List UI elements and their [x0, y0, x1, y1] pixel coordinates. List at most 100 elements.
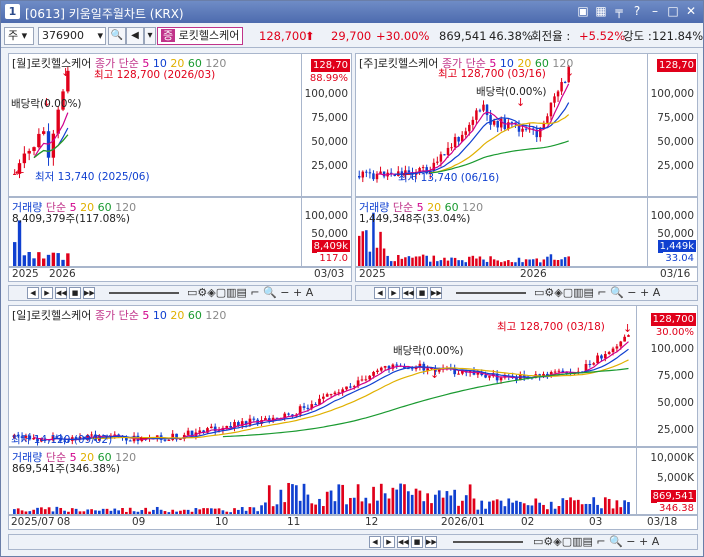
candle-body: [496, 120, 499, 128]
title-bar: 1 [0613] 키움일주월차트 (KRX) ▣ ▦ ╤ ? – □ ✕: [1, 1, 703, 23]
volume-bar: [267, 485, 271, 514]
search-icon[interactable]: 🔍: [108, 27, 126, 45]
volume-bar: [24, 511, 28, 514]
scroll-start-button[interactable]: ◀◀: [397, 536, 409, 548]
scroll-start-button[interactable]: ◀◀: [55, 287, 67, 299]
candle-body: [592, 363, 596, 365]
volume: 869,541: [439, 29, 487, 43]
weekly-div-label: 배당락(0.00%): [476, 86, 547, 98]
volume-bar: [515, 500, 518, 514]
volume-bar: [472, 498, 476, 514]
maximize-icon[interactable]: □: [665, 3, 681, 19]
help-icon[interactable]: ?: [629, 3, 645, 19]
volume-bar: [140, 510, 144, 514]
scroll-end-button[interactable]: ▶▶: [83, 287, 95, 299]
candle-body: [37, 133, 41, 148]
candle-body: [287, 413, 290, 415]
stop-button[interactable]: ■: [69, 287, 81, 299]
daily-price-panel[interactable]: ↓ ↓ ← [일]로킷헬스케어 종가 단순 5 10 20 60 120 최고 12…: [8, 305, 698, 447]
volume-bar: [13, 242, 17, 266]
volume-bar: [439, 260, 443, 266]
date-tick: 2026/01: [441, 516, 485, 528]
candle-body: [329, 394, 333, 396]
zoom-slider[interactable]: [456, 292, 526, 294]
chart-tools-icons[interactable]: ▭⚙◈▢▥▤ ⌐ 🔍 − + A: [534, 286, 660, 300]
candle-body: [42, 131, 46, 134]
weekly-price-panel[interactable]: ↓ ↓ ← [주]로킷헬스케어 종가 단순 5 10 20 60 120 최고 12…: [355, 53, 698, 197]
zoom-slider[interactable]: [453, 541, 523, 543]
link-icon[interactable]: ▣: [575, 3, 591, 19]
moving-average-line: [52, 348, 629, 441]
scroll-end-button[interactable]: ▶▶: [425, 536, 437, 548]
scroll-right-button[interactable]: ▶: [41, 287, 53, 299]
candle-body: [560, 82, 563, 92]
volume-bar: [78, 511, 82, 514]
stop-button[interactable]: ■: [411, 536, 423, 548]
volume-bar: [553, 259, 556, 266]
volume-bar: [399, 483, 402, 514]
date-tick: 10: [215, 516, 229, 528]
scroll-start-button[interactable]: ◀◀: [402, 287, 414, 299]
volume-bar: [217, 508, 221, 514]
volume-bar: [443, 257, 446, 266]
volume-bar: [202, 508, 205, 514]
chart-tools-icons[interactable]: ▭⚙◈▢▥▤ ⌐ 🔍 − + A: [533, 535, 659, 549]
volume-bar: [372, 486, 375, 514]
volume-bar: [382, 248, 386, 266]
volume-bar: [421, 254, 425, 266]
scroll-right-button[interactable]: ▶: [388, 287, 400, 299]
pin-icon[interactable]: ╤: [611, 3, 627, 19]
candle-body: [549, 102, 553, 117]
volume-bar: [128, 507, 132, 514]
monthly-price-panel[interactable]: ↓ ↓ ← [월]로킷헬스케어 종가 단순 5 10 20 60 120 최고 12…: [8, 53, 352, 197]
volume-bar: [461, 500, 464, 514]
stop-button[interactable]: ■: [416, 287, 428, 299]
volume-bar: [468, 256, 471, 266]
sound-dropdown-icon[interactable]: ▾: [144, 27, 156, 45]
monthly-volume-panel[interactable]: 거래량 단순 5 20 60 120 8,409,379주(117.08%) 1…: [8, 197, 352, 267]
stock-code-input[interactable]: 376900 ▾: [38, 27, 106, 45]
chart-tools-icons[interactable]: ▭⚙◈▢▥▤ ⌐ 🔍 − + A: [187, 286, 313, 300]
candle-body: [51, 133, 56, 158]
volume-bar: [20, 510, 24, 514]
daily-volume-panel[interactable]: 거래량 단순 5 20 60 120 869,541주(346.38%) 10,…: [8, 447, 698, 515]
volume-bar: [491, 500, 495, 514]
volume-bar: [105, 508, 109, 514]
zoom-slider[interactable]: [109, 292, 179, 294]
candle-body: [478, 110, 482, 112]
volume-bar: [59, 507, 63, 514]
volume-bar: [117, 510, 120, 514]
volume-bar: [569, 497, 572, 514]
candle-body: [588, 363, 592, 365]
weekly-low-label: 최저 13,740 (06/16): [398, 172, 500, 184]
scroll-left-button[interactable]: ◀: [374, 287, 386, 299]
volume-bar: [302, 483, 306, 514]
monthly-pct-tag: 88.99%: [307, 72, 350, 85]
speaker-icon[interactable]: ◀: [126, 27, 144, 45]
volume-bar: [460, 260, 464, 266]
close-icon[interactable]: ✕: [683, 3, 699, 19]
volume-bar: [379, 483, 383, 514]
weekly-date-axis: 2025 2026 03/16: [355, 267, 698, 282]
scroll-left-button[interactable]: ◀: [27, 287, 39, 299]
volume-bar: [453, 489, 457, 514]
weekly-volume-panel[interactable]: 거래량 단순 5 20 60 120 1,449,348주(33.04%) 10…: [355, 197, 698, 267]
volume-bar: [90, 509, 93, 514]
volume-bar: [546, 256, 549, 266]
volume-bar: [341, 484, 345, 514]
candle-body: [468, 124, 471, 132]
candle-body: [436, 161, 439, 163]
scroll-left-button[interactable]: ◀: [369, 536, 381, 548]
volume-bar: [407, 256, 411, 266]
volume-bar: [55, 506, 59, 514]
minimize-icon[interactable]: –: [647, 3, 663, 19]
candle-body: [229, 425, 233, 428]
stock-name-field[interactable]: 증 로킷헬스케어: [157, 27, 243, 45]
volume-bar: [492, 259, 496, 266]
grid-icon[interactable]: ▦: [593, 3, 609, 19]
market-select[interactable]: 주 ▾: [4, 27, 34, 45]
scroll-end-button[interactable]: ▶▶: [430, 287, 442, 299]
strength-value: 121.84%: [652, 29, 704, 43]
scroll-right-button[interactable]: ▶: [383, 536, 395, 548]
volume-bar: [484, 508, 487, 514]
